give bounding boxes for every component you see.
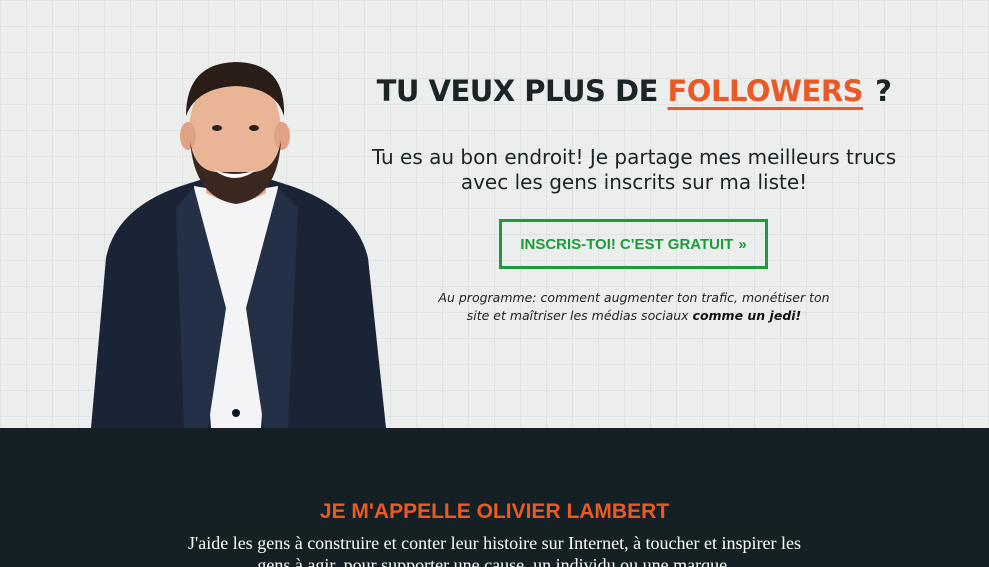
hero-section: TU VEUX PLUS DE FOLLOWERS? Tu es au bon …	[0, 0, 989, 428]
about-section: JE M'APPELLE OLIVIER LAMBERT J'aide les …	[0, 428, 989, 567]
subtitle-line-1: Tu es au bon endroit! Je partage mes mei…	[371, 145, 897, 169]
headline-suffix: ?	[875, 74, 892, 108]
about-title: JE M'APPELLE OLIVIER LAMBERT	[319, 500, 670, 523]
chevron-right-icon: »	[738, 235, 747, 253]
bio-line-2: gens à agir, pour supporter une cause, u…	[257, 555, 732, 567]
note-emphasis: comme un jedi!	[692, 308, 802, 323]
note-line-2: site et maîtriser les médias sociaux	[466, 308, 689, 323]
about-bio: J'aide les gens à construire et conter l…	[150, 532, 839, 567]
signup-button[interactable]: INSCRIS-TOI! C'EST GRATUIT »	[499, 219, 768, 269]
headline-highlight: FOLLOWERS	[667, 74, 864, 108]
signup-button-label: INSCRIS-TOI! C'EST GRATUIT	[520, 235, 734, 253]
portrait-photo	[91, 62, 386, 428]
hero-subtitle: Tu es au bon endroit! Je partage mes mei…	[340, 145, 928, 195]
headline-prefix: TU VEUX PLUS DE	[376, 74, 659, 108]
note-line-1: Au programme: comment augmenter ton traf…	[438, 290, 830, 305]
bio-line-1: J'aide les gens à construire et conter l…	[187, 533, 802, 553]
subtitle-line-2: avec les gens inscrits sur ma liste!	[460, 170, 808, 194]
program-note: Au programme: comment augmenter ton traf…	[420, 289, 848, 325]
hero-headline: TU VEUX PLUS DE FOLLOWERS?	[360, 74, 908, 108]
